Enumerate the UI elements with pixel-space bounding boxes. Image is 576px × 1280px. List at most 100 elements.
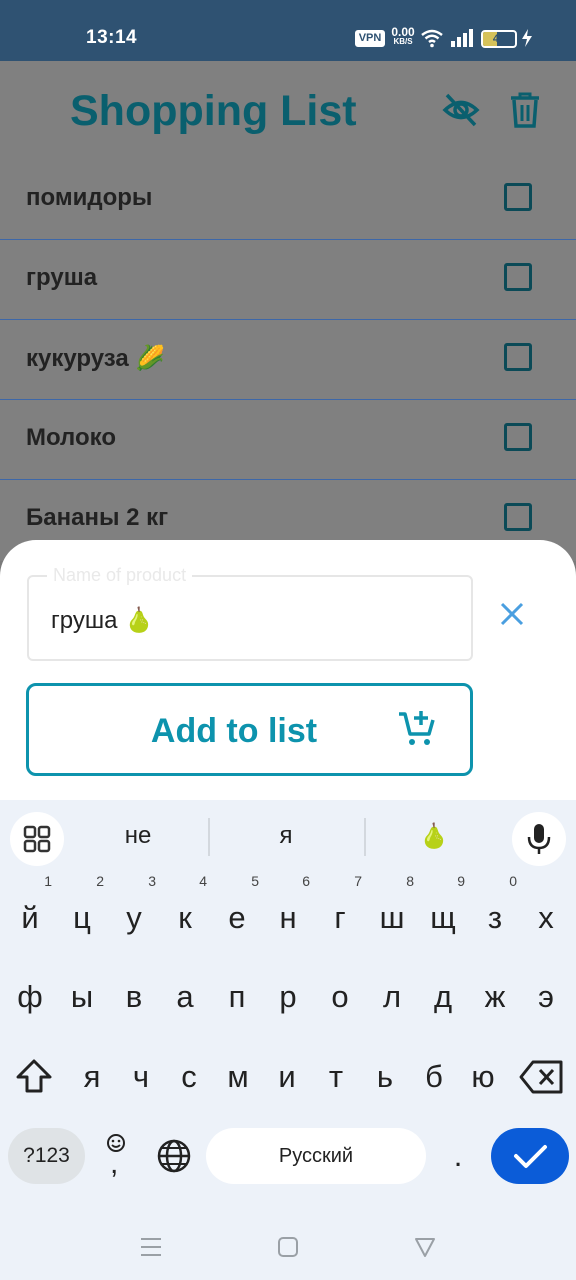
battery-level: 45 — [492, 33, 506, 45]
key[interactable]: с — [163, 1047, 215, 1107]
key[interactable]: н6 — [262, 874, 314, 948]
key[interactable]: д — [417, 967, 469, 1027]
list-item[interactable]: помидоры — [0, 160, 576, 240]
back-icon[interactable] — [413, 1235, 437, 1259]
vpn-badge: VPN — [355, 30, 385, 47]
shift-key[interactable] — [8, 1047, 60, 1107]
product-name-value: груша 🍐 — [51, 607, 154, 634]
symbols-key[interactable]: ?123 — [8, 1128, 85, 1184]
charging-icon — [522, 29, 532, 47]
key-label: х — [538, 900, 554, 935]
key[interactable]: б — [408, 1047, 460, 1107]
check-icon — [514, 1145, 547, 1168]
key[interactable]: ю — [457, 1047, 509, 1107]
net-speed: 0.00 KB/S — [388, 25, 418, 47]
item-label: кукуруза 🌽 — [26, 345, 166, 372]
globe-icon — [157, 1139, 191, 1173]
page-title: Shopping List — [70, 87, 357, 135]
list-item[interactable]: Молоко — [0, 400, 576, 480]
key[interactable]: ш8 — [366, 874, 418, 948]
key[interactable]: щ9 — [417, 874, 469, 948]
suggestion[interactable]: 🍐 — [374, 822, 494, 851]
key-hint: 3 — [148, 873, 156, 889]
key[interactable]: е5 — [211, 874, 263, 948]
key-label: й — [21, 900, 39, 935]
backspace-icon — [519, 1060, 563, 1094]
key[interactable]: и — [261, 1047, 313, 1107]
key[interactable]: о — [314, 967, 366, 1027]
eye-off-icon[interactable] — [442, 91, 480, 129]
add-product-sheet: Name of product груша 🍐 Add to list — [0, 540, 576, 810]
key[interactable]: я — [66, 1047, 118, 1107]
item-checkbox[interactable] — [504, 503, 532, 531]
key[interactable]: т — [310, 1047, 362, 1107]
key[interactable]: п — [211, 967, 263, 1027]
key[interactable]: р — [262, 967, 314, 1027]
key[interactable]: а — [159, 967, 211, 1027]
key[interactable]: к4 — [159, 874, 211, 948]
key[interactable]: ж — [469, 967, 521, 1027]
key[interactable]: й1 — [4, 874, 56, 948]
key-hint: 9 — [457, 873, 465, 889]
signal-icon — [451, 29, 473, 47]
list-item[interactable]: груша — [0, 240, 576, 320]
home-icon[interactable] — [276, 1235, 300, 1259]
suggestion[interactable]: я — [226, 822, 346, 850]
grid-menu-icon — [23, 825, 51, 853]
key[interactable]: з0 — [469, 874, 521, 948]
menu-icon[interactable] — [139, 1235, 163, 1259]
key-label: е — [228, 900, 246, 935]
key[interactable]: у3 — [108, 874, 160, 948]
item-checkbox[interactable] — [504, 263, 532, 291]
key[interactable]: х — [520, 888, 572, 948]
shift-icon — [16, 1059, 52, 1093]
product-name-input[interactable]: Name of product груша 🍐 — [27, 565, 473, 661]
key[interactable]: ц2 — [56, 874, 108, 948]
key-label: у — [126, 900, 142, 935]
key[interactable]: э — [520, 967, 572, 1027]
key[interactable]: г7 — [314, 874, 366, 948]
key-label: щ — [430, 900, 456, 935]
item-checkbox[interactable] — [504, 183, 532, 211]
key-label: з — [487, 900, 503, 935]
key[interactable]: ф — [4, 967, 56, 1027]
net-speed-value: 0.00 — [391, 25, 415, 39]
keyboard-menu-button[interactable] — [10, 812, 64, 866]
key-hint: 0 — [509, 873, 517, 889]
period-key[interactable]: . — [432, 1126, 484, 1186]
key-label: г — [334, 900, 346, 935]
key-label: ц — [73, 900, 91, 935]
key-hint: 1 — [44, 873, 52, 889]
item-checkbox[interactable] — [504, 343, 532, 371]
shopping-list-screen: Shopping List помидоры груша кукуруза 🌽 … — [0, 61, 576, 561]
key[interactable]: м — [212, 1047, 264, 1107]
voice-input-button[interactable] — [512, 812, 566, 866]
space-key[interactable]: Русский — [206, 1128, 426, 1184]
backspace-key[interactable] — [516, 1047, 568, 1107]
trash-icon[interactable] — [508, 91, 542, 129]
add-to-list-button[interactable]: Add to list — [26, 683, 473, 776]
suggestion-divider — [208, 818, 210, 856]
key[interactable]: ы — [56, 967, 108, 1027]
key[interactable]: в — [108, 967, 160, 1027]
key[interactable]: л — [366, 967, 418, 1027]
language-key[interactable] — [148, 1128, 200, 1188]
suggestion[interactable]: не — [78, 822, 198, 850]
item-label: груша — [26, 264, 98, 291]
product-name-label: Name of product — [47, 565, 193, 586]
key-hint: 2 — [96, 873, 104, 889]
add-cart-icon — [399, 711, 435, 745]
list-item[interactable]: кукуруза 🌽 — [0, 320, 576, 400]
key-hint: 7 — [354, 873, 362, 889]
key-label: к — [178, 900, 192, 935]
key-hint: 4 — [199, 873, 207, 889]
key[interactable]: ь — [359, 1047, 411, 1107]
item-checkbox[interactable] — [504, 423, 532, 451]
comma-key[interactable]: , — [92, 1126, 140, 1186]
enter-key[interactable] — [491, 1128, 569, 1184]
key[interactable]: ч — [115, 1047, 167, 1107]
comma-label: , — [110, 1147, 119, 1180]
item-label: помидоры — [26, 184, 153, 211]
mic-icon — [527, 824, 551, 854]
close-icon[interactable] — [496, 598, 528, 630]
